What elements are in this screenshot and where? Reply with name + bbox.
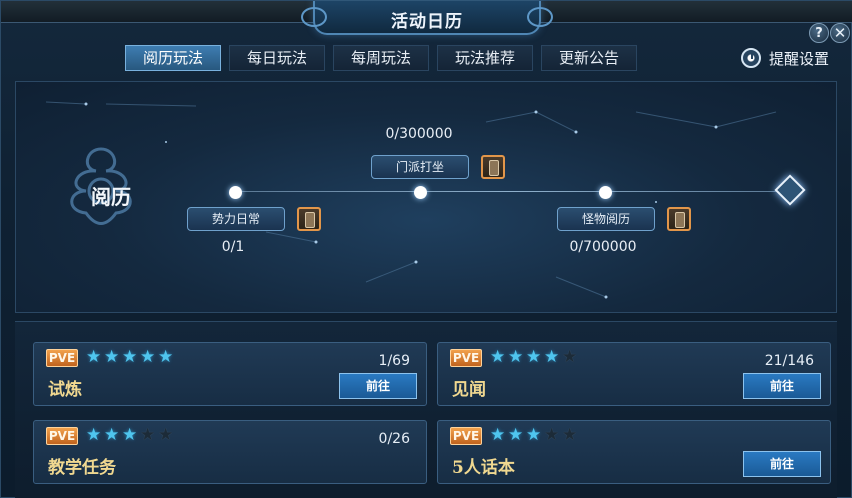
node-progress-faction-daily: 0/1 [221,239,245,255]
activity-calendar-window: 活动日历 ? ✕ 阅历玩法 每日玩法 每周玩法 玩法推荐 更新公告 提醒设置 阅… [0,0,852,498]
go-button[interactable]: 前往 [743,451,821,477]
title-plate: 活动日历 [301,1,553,35]
star-icon: ★ [508,425,524,445]
activity-count: 1/69 [378,353,410,369]
star-empty-icon: ★ [562,425,578,445]
star-icon: ★ [86,425,102,445]
difficulty-stars: ★ ★ ★ ★ ★ [490,427,579,444]
star-icon: ★ [158,347,174,367]
node-label-faction-daily: 势力日常 [187,207,285,231]
reward-scroll-icon[interactable] [297,207,321,231]
activity-count: 0/26 [378,431,410,447]
star-icon: ★ [490,347,506,367]
node-label-monster-yueli: 怪物阅历 [557,207,655,231]
star-empty-icon: ★ [562,347,578,367]
activity-card-jianwen: PVE ★ ★ ★ ★ ★ 21/146 见闻 前往 [437,342,831,406]
star-icon: ★ [104,425,120,445]
progress-track [235,191,787,192]
activity-count: 21/146 [764,353,814,369]
tab-recommended[interactable]: 玩法推荐 [437,45,533,71]
tab-yueli-play[interactable]: 阅历玩法 [125,45,221,71]
star-empty-icon: ★ [544,425,560,445]
pve-badge: PVE [450,349,482,367]
star-icon: ★ [526,425,542,445]
tab-daily-play[interactable]: 每日玩法 [229,45,325,71]
activity-name: 教学任务 [48,458,116,478]
activity-card-5p-story: PVE ★ ★ ★ ★ ★ 5人话本 前往 [437,420,831,484]
progress-node-3 [599,186,612,199]
go-button[interactable]: 前往 [339,373,417,399]
reward-scroll-icon[interactable] [481,155,505,179]
star-icon: ★ [526,347,542,367]
star-icon: ★ [544,347,560,367]
difficulty-stars: ★ ★ ★ ★ ★ [86,349,175,366]
window-title: 活动日历 [391,12,463,32]
progress-node-2 [414,186,427,199]
star-icon: ★ [122,347,138,367]
remind-settings-label: 提醒设置 [769,49,830,68]
tab-weekly-play[interactable]: 每周玩法 [333,45,429,71]
close-button[interactable]: ✕ [830,23,850,43]
star-empty-icon: ★ [158,425,174,445]
yueli-title: 阅历 [91,185,131,209]
difficulty-stars: ★ ★ ★ ★ ★ [490,349,579,366]
reward-scroll-icon[interactable] [667,207,691,231]
difficulty-stars: ★ ★ ★ ★ ★ [86,427,175,444]
activity-name: 5人话本 [452,458,515,478]
go-button[interactable]: 前往 [743,373,821,399]
star-icon: ★ [122,425,138,445]
pve-badge: PVE [450,427,482,445]
help-button[interactable]: ? [809,23,829,43]
node-progress-monster-yueli: 0/700000 [569,239,637,255]
activity-card-trial: PVE ★ ★ ★ ★ ★ 1/69 试炼 前往 [33,342,427,406]
star-icon: ★ [104,347,120,367]
pve-badge: PVE [46,427,78,445]
activity-name: 见闻 [452,380,486,400]
star-icon: ★ [140,347,156,367]
pve-badge: PVE [46,349,78,367]
progress-node-1 [229,186,242,199]
star-icon: ★ [490,425,506,445]
clock-icon [741,48,761,68]
tab-update-notice[interactable]: 更新公告 [541,45,637,71]
star-icon: ★ [508,347,524,367]
star-empty-icon: ★ [140,425,156,445]
remind-settings-button[interactable]: 提醒设置 [741,46,829,70]
activity-card-teaching: PVE ★ ★ ★ ★ ★ 0/26 教学任务 [33,420,427,484]
node-progress-sect-meditation: 0/300000 [385,126,453,142]
star-icon: ★ [86,347,102,367]
node-label-sect-meditation: 门派打坐 [371,155,469,179]
activity-name: 试炼 [48,380,82,400]
